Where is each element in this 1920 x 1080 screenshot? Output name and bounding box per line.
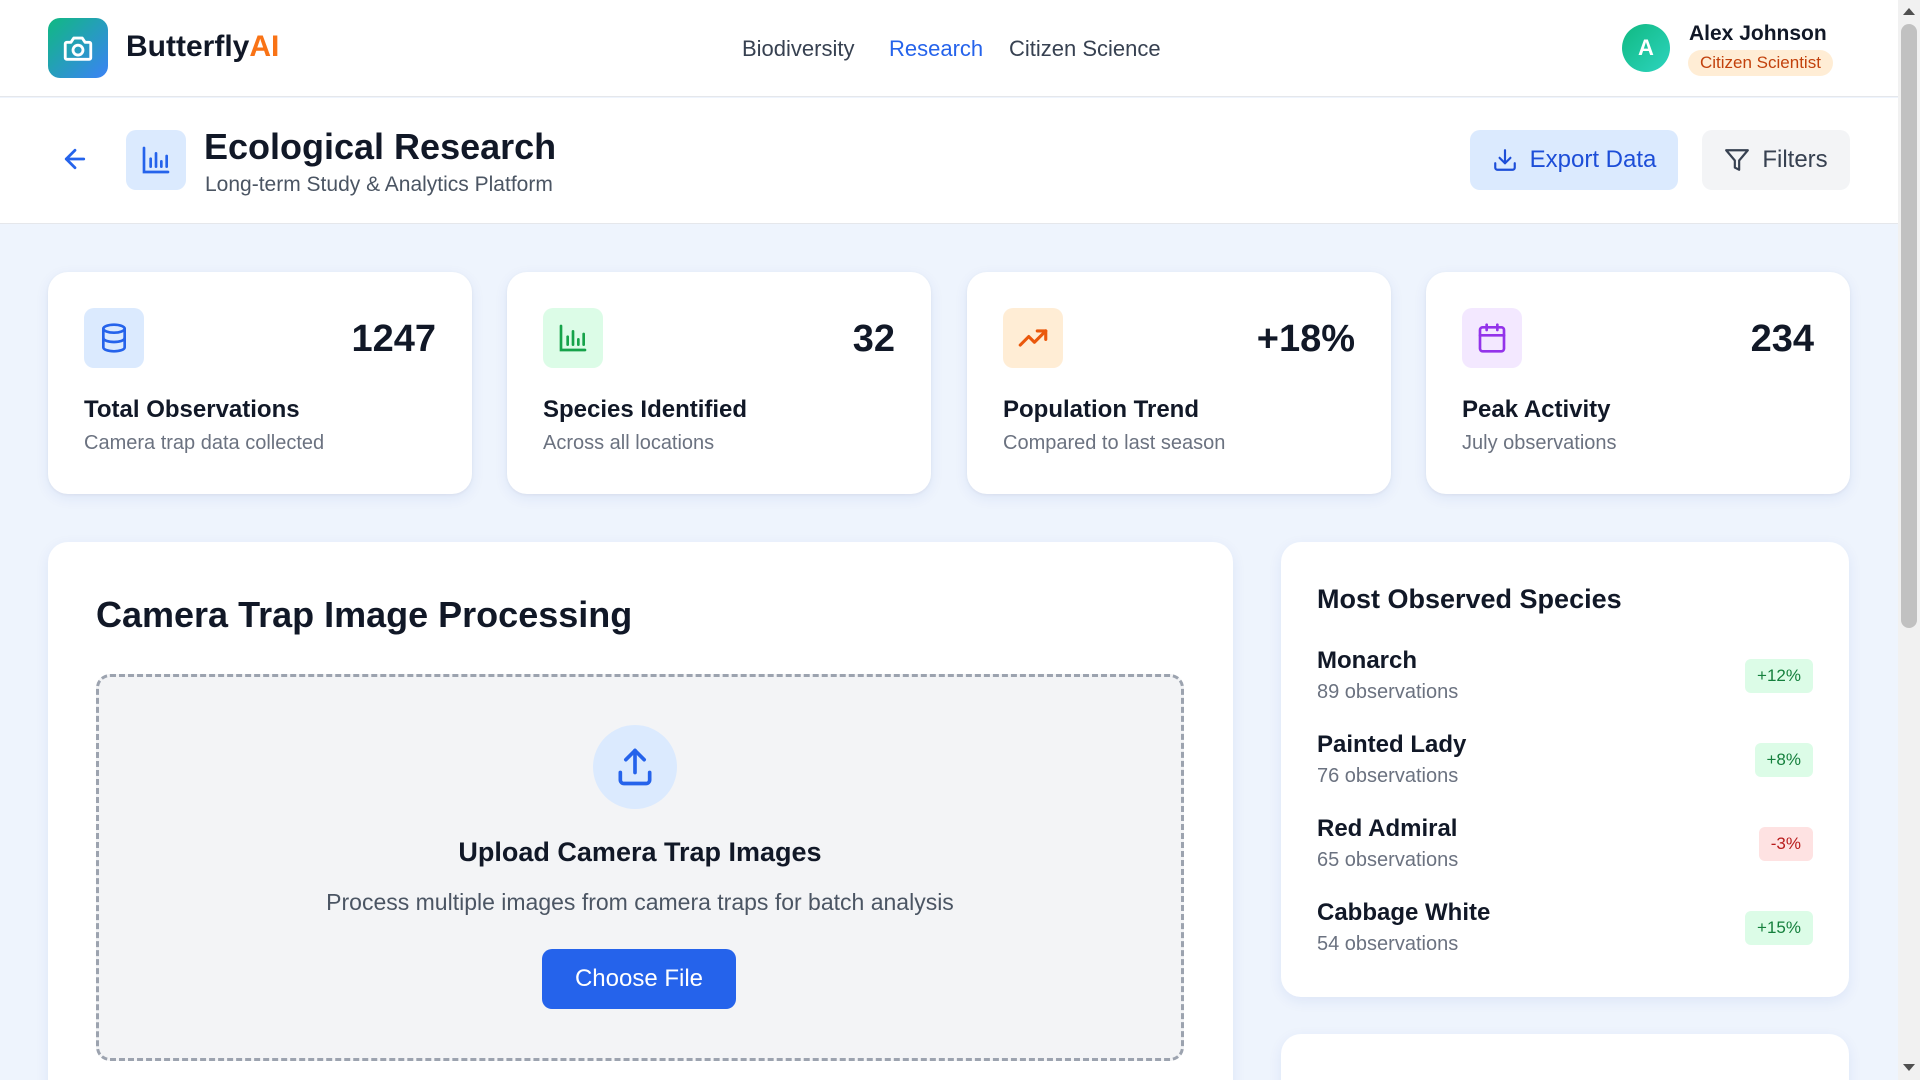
- trend-badge: -3%: [1758, 827, 1813, 861]
- panel-title: Camera Trap Image Processing: [96, 594, 633, 635]
- bar-chart-icon: [142, 146, 170, 174]
- stat-subtitle: Across all locations: [543, 432, 715, 454]
- calendar-icon: [1478, 323, 1506, 353]
- stat-icon-box: [1003, 308, 1063, 368]
- avatar[interactable]: A: [1622, 24, 1670, 72]
- trend-badge: +15%: [1745, 911, 1813, 945]
- stat-icon-box: [84, 308, 144, 368]
- species-panel-title: Most Observed Species: [1317, 584, 1622, 614]
- bar-chart-icon: [559, 324, 587, 352]
- filters-label: Filters: [1762, 146, 1828, 173]
- trend-badge: +12%: [1745, 659, 1813, 693]
- logo[interactable]: [48, 18, 108, 78]
- back-button[interactable]: [60, 144, 90, 174]
- species-count: 54 observations: [1317, 933, 1459, 955]
- list-item[interactable]: Red Admiral 65 observations -3%: [1317, 815, 1813, 885]
- user-role-badge: Citizen Scientist: [1688, 50, 1833, 76]
- user-name: Alex Johnson: [1689, 22, 1827, 45]
- nav-biodiversity[interactable]: Biodiversity: [742, 36, 854, 62]
- brand-name: ButterflyAI: [126, 30, 279, 64]
- database-icon: [102, 323, 126, 353]
- scroll-down-arrow-icon[interactable]: [1903, 1064, 1915, 1071]
- species-count: 76 observations: [1317, 765, 1459, 787]
- upload-subtitle: Process multiple images from camera trap…: [326, 889, 954, 915]
- arrow-left-icon: [64, 148, 86, 170]
- upload-dropzone[interactable]: Upload Camera Trap Images Process multip…: [96, 674, 1184, 1061]
- nav-citizen-science[interactable]: Citizen Science: [1009, 36, 1161, 62]
- list-item[interactable]: Cabbage White 54 observations +15%: [1317, 899, 1813, 969]
- stat-subtitle: July observations: [1462, 432, 1617, 454]
- upload-title: Upload Camera Trap Images: [458, 837, 822, 867]
- stat-value: +18%: [1256, 318, 1355, 360]
- stat-icon-box: [1462, 308, 1522, 368]
- stat-card-peak-activity: 234 Peak Activity July observations: [1426, 272, 1850, 494]
- choose-file-button[interactable]: Choose File: [542, 949, 736, 1009]
- filter-icon: [1725, 149, 1750, 171]
- stat-subtitle: Compared to last season: [1003, 432, 1226, 454]
- species-name: Monarch: [1317, 647, 1418, 674]
- brand-name-main: Butterfly: [126, 30, 250, 63]
- research-header-icon: [126, 130, 186, 190]
- list-item[interactable]: Painted Lady 76 observations +8%: [1317, 731, 1813, 801]
- stat-card-species-identified: 32 Species Identified Across all locatio…: [507, 272, 931, 494]
- stat-card-population-trend: +18% Population Trend Compared to last s…: [967, 272, 1391, 494]
- secondary-panel: [1281, 1034, 1849, 1080]
- species-name: Red Admiral: [1317, 815, 1458, 842]
- page-subtitle: Long-term Study & Analytics Platform: [205, 173, 553, 196]
- upload-icon: [618, 748, 652, 786]
- scrollbar-thumb[interactable]: [1901, 24, 1917, 628]
- export-data-button[interactable]: Export Data: [1470, 130, 1678, 190]
- brand-name-accent: AI: [249, 30, 280, 63]
- camera-trap-panel: Camera Trap Image Processing Upload Came…: [48, 542, 1233, 1080]
- camera-icon: [63, 36, 93, 61]
- species-name: Cabbage White: [1317, 899, 1491, 926]
- stat-title: Total Observations: [84, 396, 300, 423]
- species-count: 89 observations: [1317, 681, 1459, 703]
- top-navbar: ButterflyAI Biodiversity Research Citize…: [0, 0, 1898, 97]
- stat-value: 1247: [351, 318, 436, 360]
- stat-icon-box: [543, 308, 603, 368]
- list-item[interactable]: Monarch 89 observations +12%: [1317, 647, 1813, 717]
- stat-title: Peak Activity: [1462, 396, 1611, 423]
- nav-research[interactable]: Research: [889, 36, 983, 62]
- scroll-up-arrow-icon[interactable]: [1903, 8, 1915, 15]
- trend-badge: +8%: [1754, 743, 1813, 777]
- stat-title: Species Identified: [543, 396, 748, 423]
- stat-value: 234: [1750, 318, 1814, 360]
- upload-icon-circle: [593, 725, 677, 809]
- species-name: Painted Lady: [1317, 731, 1467, 758]
- export-data-label: Export Data: [1529, 146, 1657, 173]
- stat-title: Population Trend: [1003, 396, 1199, 423]
- species-count: 65 observations: [1317, 849, 1459, 871]
- stat-card-total-observations: 1247 Total Observations Camera trap data…: [48, 272, 472, 494]
- stat-value: 32: [852, 318, 895, 360]
- download-icon: [1493, 149, 1516, 171]
- filters-button[interactable]: Filters: [1702, 130, 1850, 190]
- page-header: Ecological Research Long-term Study & An…: [0, 98, 1898, 224]
- stat-subtitle: Camera trap data collected: [84, 432, 325, 454]
- most-observed-species-panel: Most Observed Species Monarch 89 observa…: [1281, 542, 1849, 997]
- trending-up-icon: [1018, 329, 1048, 347]
- page-title: Ecological Research: [204, 126, 557, 167]
